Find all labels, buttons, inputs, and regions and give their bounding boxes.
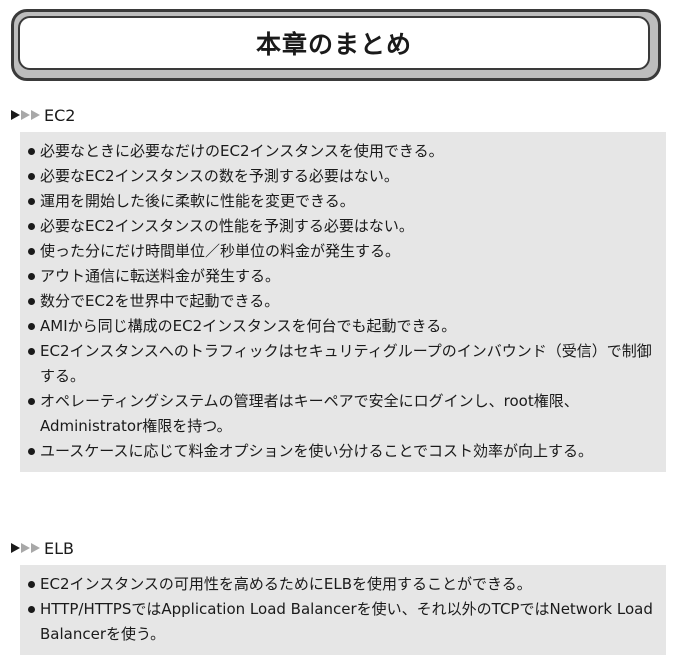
list-item: アウト通信に転送料金が発生する。: [28, 264, 658, 289]
ec2-summary-list: 必要なときに必要なだけのEC2インスタンスを使用できる。 必要なEC2インスタン…: [20, 132, 666, 472]
bullet-icon: [28, 448, 35, 455]
section-heading-ec2: EC2: [11, 102, 75, 128]
list-item: 必要なEC2インスタンスの数を予測する必要はない。: [28, 164, 658, 189]
list-item: ユースケースに応じて料金オプションを使い分けることでコスト効率が向上する。: [28, 439, 658, 464]
bullet-icon: [28, 348, 35, 355]
list-item: オペレーティングシステムの管理者はキーペアで安全にログインし、root権限、Ad…: [28, 389, 658, 439]
section-heading-label: ELB: [44, 538, 74, 558]
section-heading-elb: ELB: [11, 535, 74, 561]
bullet-icon: [28, 398, 35, 405]
bullet-icon: [28, 223, 35, 230]
list-item: HTTP/HTTPSではApplication Load Balancerを使い…: [28, 597, 658, 647]
bullet-icon: [28, 323, 35, 330]
chapter-summary-frame: 本章のまとめ: [11, 9, 661, 81]
list-item: 数分でEC2を世界中で起動できる。: [28, 289, 658, 314]
list-item: 必要なときに必要なだけのEC2インスタンスを使用できる。: [28, 139, 658, 164]
list-item: 必要なEC2インスタンスの性能を予測する必要はない。: [28, 214, 658, 239]
bullet-icon: [28, 298, 35, 305]
page-title: 本章のまとめ: [255, 30, 412, 59]
bullet-icon: [28, 148, 35, 155]
list-item: 運用を開始した後に柔軟に性能を変更できる。: [28, 189, 658, 214]
triple-arrow-icon: [11, 543, 40, 553]
list-item: AMIから同じ構成のEC2インスタンスを何台でも起動できる。: [28, 314, 658, 339]
elb-summary-list: EC2インスタンスの可用性を高めるためにELBを使用することができる。 HTTP…: [20, 565, 666, 655]
bullet-icon: [28, 248, 35, 255]
chapter-summary-title-box: 本章のまとめ: [18, 16, 650, 70]
list-item: EC2インスタンスへのトラフィックはセキュリティグループのインバウンド（受信）で…: [28, 339, 658, 389]
bullet-icon: [28, 173, 35, 180]
bullet-icon: [28, 606, 35, 613]
bullet-icon: [28, 581, 35, 588]
list-item: EC2インスタンスの可用性を高めるためにELBを使用することができる。: [28, 572, 658, 597]
bullet-icon: [28, 273, 35, 280]
section-heading-label: EC2: [44, 105, 76, 125]
bullet-icon: [28, 198, 35, 205]
triple-arrow-icon: [11, 110, 40, 120]
list-item: 使った分にだけ時間単位／秒単位の料金が発生する。: [28, 239, 658, 264]
